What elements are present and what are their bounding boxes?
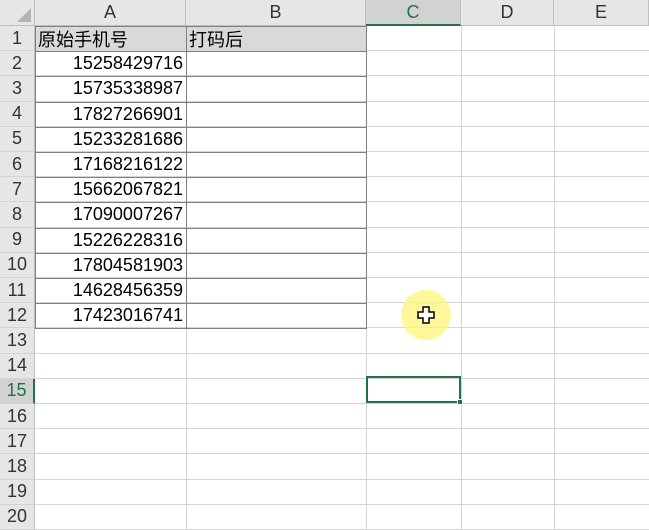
active-cell-c15[interactable]	[366, 376, 461, 403]
row-header-2[interactable]: 2	[0, 51, 35, 77]
select-all-corner[interactable]	[0, 0, 35, 26]
cell-phone-number[interactable]: 15258429716	[35, 51, 186, 76]
row-header-12[interactable]: 12	[0, 303, 35, 329]
cell-b1-header[interactable]: 打码后	[186, 26, 366, 52]
row-header-5[interactable]: 5	[0, 126, 35, 152]
cell-phone-number[interactable]: 15735338987	[35, 76, 186, 101]
cell-phone-number[interactable]: 17168216122	[35, 152, 186, 177]
cell-masked-number[interactable]	[186, 102, 366, 127]
cell-masked-number[interactable]	[186, 127, 366, 152]
table-row-line	[35, 303, 366, 305]
row-header-8[interactable]: 8	[0, 202, 35, 228]
gridline-vertical	[554, 26, 555, 530]
table-column-line	[186, 26, 187, 329]
cell-phone-number[interactable]: 17090007267	[35, 202, 186, 227]
gridline-horizontal	[35, 352, 649, 354]
column-header-d[interactable]: D	[461, 0, 554, 26]
row-header-11[interactable]: 11	[0, 278, 35, 304]
cell-phone-number[interactable]: 15233281686	[35, 127, 186, 152]
cell-a1-header[interactable]: 原始手机号	[35, 26, 186, 52]
cell-masked-number[interactable]	[186, 76, 366, 101]
table-row-line	[35, 101, 366, 103]
cell-masked-number[interactable]	[186, 51, 366, 76]
row-header-20[interactable]: 20	[0, 504, 35, 530]
fill-handle[interactable]	[457, 399, 463, 405]
cell-phone-number[interactable]: 15662067821	[35, 177, 186, 202]
spreadsheet-grid[interactable]: ABCDE 1 2 3 4 5 6 7 8 9 10 11 12 13 14 15 16 17 18 19 20 原始…	[0, 0, 649, 530]
gridline-horizontal	[35, 503, 649, 505]
cell-masked-number[interactable]	[186, 177, 366, 202]
cell-masked-number[interactable]	[186, 253, 366, 278]
plus-cursor-icon	[417, 306, 435, 324]
row-header-4[interactable]: 4	[0, 101, 35, 127]
select-all-triangle-icon	[17, 8, 31, 22]
table-row-line	[35, 278, 366, 279]
row-header-17[interactable]: 17	[0, 429, 35, 455]
column-header-c[interactable]: C	[366, 0, 461, 26]
row-header-9[interactable]: 9	[0, 227, 35, 253]
cell-masked-number[interactable]	[186, 202, 366, 227]
gridline-horizontal	[35, 403, 649, 404]
row-header-18[interactable]: 18	[0, 454, 35, 480]
table-row-line	[35, 51, 366, 53]
table-row-line	[35, 252, 366, 254]
column-header-e[interactable]: E	[554, 0, 649, 26]
column-header-a[interactable]: A	[35, 0, 186, 26]
table-row-line	[35, 227, 366, 229]
row-header-1[interactable]: 1	[0, 26, 35, 52]
row-header-19[interactable]: 19	[0, 479, 35, 505]
table-row-line	[35, 177, 366, 179]
row-header-13[interactable]: 13	[0, 328, 35, 354]
row-header-7[interactable]: 7	[0, 177, 35, 203]
cell-masked-number[interactable]	[186, 228, 366, 253]
gridline-vertical	[366, 26, 367, 530]
cell-phone-number[interactable]: 17827266901	[35, 102, 186, 127]
row-header-3[interactable]: 3	[0, 76, 35, 102]
column-header-b[interactable]: B	[186, 0, 366, 26]
cell-masked-number[interactable]	[186, 278, 366, 303]
gridline-vertical	[461, 26, 462, 530]
table-row-line	[35, 126, 366, 128]
row-header-6[interactable]: 6	[0, 152, 35, 178]
row-header-15[interactable]: 15	[0, 378, 35, 404]
table-row-line	[35, 202, 366, 204]
cell-phone-number[interactable]: 14628456359	[35, 278, 186, 303]
cell-masked-number[interactable]	[186, 152, 366, 177]
cell-phone-number[interactable]: 17423016741	[35, 303, 186, 328]
cell-masked-number[interactable]	[186, 303, 366, 328]
gridline-horizontal	[35, 453, 649, 455]
table-row-line	[35, 152, 366, 153]
row-header-10[interactable]: 10	[0, 252, 35, 278]
cell-phone-number[interactable]: 15226228316	[35, 228, 186, 253]
gridline-horizontal	[35, 478, 649, 480]
cell-phone-number[interactable]: 17804581903	[35, 253, 186, 278]
gridline-horizontal	[35, 428, 649, 430]
table-row-line	[35, 76, 366, 78]
row-header-16[interactable]: 16	[0, 404, 35, 430]
gridline-horizontal	[35, 377, 649, 379]
row-header-14[interactable]: 14	[0, 353, 35, 379]
